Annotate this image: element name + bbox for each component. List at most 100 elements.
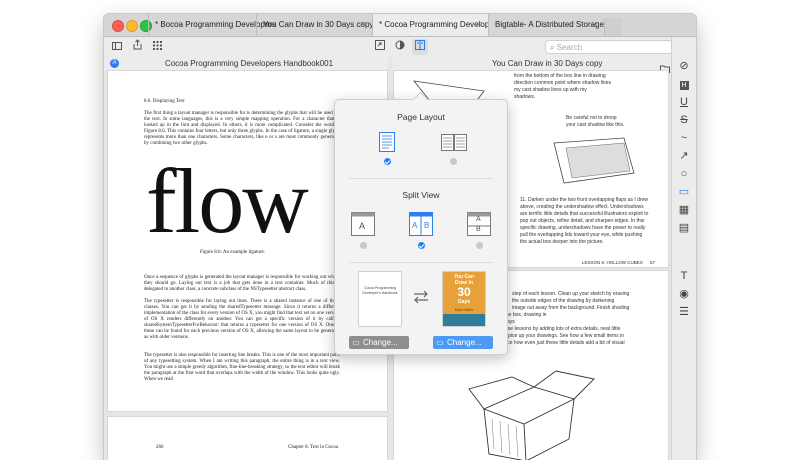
two-page-radio[interactable] — [450, 158, 457, 165]
tab-bigtable[interactable]: Bigtable- A Distributed Storage ✕ — [488, 14, 604, 36]
divider — [349, 178, 493, 179]
toolbar: ⌕ Search ✎ — [104, 37, 696, 57]
change-left-label: Change... — [363, 338, 398, 347]
minimize-window-button[interactable] — [126, 20, 138, 32]
swap-documents-icon[interactable] — [413, 290, 429, 304]
split-vertical-radio[interactable] — [418, 242, 425, 249]
brightness-icon[interactable] — [392, 37, 408, 57]
lesson-footer-label: LESSON 5: HOLLOW CUBES — [582, 260, 643, 265]
rectangle-icon[interactable]: ▭ — [677, 185, 691, 199]
lesson-text-3: image out away from the background. Fini… — [512, 305, 630, 311]
tab-label: You Can Draw in 30 Days copy — [263, 20, 372, 29]
open-box-sketch — [468, 370, 595, 460]
app-window: * Bocoa Programming Developers ✕ You Can… — [104, 14, 696, 460]
color-palette-icon[interactable]: ◉ — [677, 287, 691, 301]
right-pane-title: You Can Draw in 30 Days copy — [492, 59, 603, 68]
strikethrough-icon[interactable]: S — [677, 113, 691, 127]
two-page-layout-option[interactable] — [441, 134, 467, 151]
image-icon[interactable]: ▦ — [677, 203, 691, 217]
top-text-1: from the bottom of the box line in drawi… — [514, 73, 606, 79]
split-single-option[interactable]: A — [351, 212, 375, 236]
change-left-document-button[interactable]: ▭ Change... — [349, 336, 409, 349]
tab-label: Bigtable- A Distributed Storage — [495, 20, 604, 29]
book-author: Mark Kistler — [454, 308, 474, 312]
arrow-icon[interactable]: ↗ — [677, 149, 691, 163]
split-single-letter: A — [359, 221, 366, 231]
drooping-shadow-sketch — [553, 137, 635, 184]
page-layout-icon[interactable] — [412, 39, 428, 55]
split-view-title: Split View — [402, 190, 440, 200]
paragraph-3: The typesetter is responsible for laying… — [144, 299, 340, 340]
page-number: 266 — [156, 445, 164, 450]
note-line-2: your cast shadow like this. — [566, 122, 625, 128]
section-heading: 8.6. Displaying Text — [144, 99, 185, 104]
tab-bar: * Bocoa Programming Developers ✕ You Can… — [104, 14, 696, 37]
left-pane-header: A Cocoa Programming Developers Handbook0… — [104, 57, 388, 71]
folder-icon[interactable] — [660, 60, 670, 73]
sidebar-toggle-icon[interactable] — [109, 37, 125, 57]
highlight-icon[interactable]: H — [677, 77, 691, 91]
page-layout-popover: Page Layout Split View A A B A B Cocoa P… — [334, 91, 508, 355]
split-horizontal-option[interactable]: A B — [467, 212, 491, 236]
document-area: A Cocoa Programming Developers Handbook0… — [104, 57, 672, 460]
book-line-4: Days — [458, 299, 470, 305]
search-icon: ⌕ — [550, 43, 555, 52]
split-horizontal-letter-a: A — [476, 216, 481, 223]
tools-sidebar: ⊘ H U S ~ ↗ ○ ▭ ▦ ▤ T ◉ ☰ — [671, 37, 696, 460]
top-text-3: my cast shadow lines up with my — [514, 87, 587, 93]
close-tab-icon[interactable]: ✕ — [359, 14, 366, 36]
circle-icon[interactable]: ○ — [677, 167, 691, 181]
page-footer: Chapter 8. Text in Cocoa — [288, 445, 338, 450]
line-style-icon[interactable]: ☰ — [677, 305, 691, 319]
freehand-icon[interactable]: ~ — [677, 131, 691, 145]
book-line-3: 30 — [457, 285, 471, 299]
left-document-thumbnail: Cocoa Programming Developer's Handbook — [359, 272, 401, 326]
close-tab-icon[interactable]: ✕ — [475, 14, 482, 36]
folder-icon: ▭ — [352, 338, 360, 347]
close-window-button[interactable] — [112, 20, 124, 32]
tab-you-can-draw[interactable]: You Can Draw in 30 Days copy ✕ — [256, 14, 372, 36]
lesson-footer-page: 57 — [650, 260, 656, 265]
left-pane-title: Cocoa Programming Developers Handbook001 — [164, 59, 334, 68]
paragraph-4: The typesetter is also responsible for i… — [144, 353, 340, 382]
fit-page-icon[interactable] — [372, 37, 388, 57]
lesson-text-2: the outside edges of the drawing by dark… — [512, 298, 615, 304]
search-field[interactable]: ⌕ Search — [545, 40, 673, 54]
grid-view-icon[interactable] — [149, 37, 165, 57]
step-11-text: 11. Darken under the two front overlappi… — [520, 197, 649, 245]
divider — [349, 262, 493, 263]
split-vertical-option[interactable]: A B — [409, 212, 433, 236]
new-tab-button[interactable] — [604, 18, 622, 36]
split-vertical-letter-a: A — [412, 221, 418, 230]
bookmark-a-icon[interactable]: A — [110, 59, 119, 68]
right-document-thumbnail: You Can Draw in 30 Days Mark Kistler — [443, 272, 485, 326]
paragraph-2: Once a sequence of glyphs is generated t… — [144, 275, 340, 292]
share-icon[interactable] — [129, 37, 145, 57]
underline-icon[interactable]: U — [677, 95, 691, 109]
split-horizontal-letter-b: B — [476, 226, 481, 233]
paragraph-1: The first thing a layout manager is resp… — [144, 111, 340, 146]
top-text-2: direction common point where shadow line… — [514, 80, 611, 86]
thumb-left-line-1: Cocoa Programming — [363, 286, 397, 290]
text-format-icon[interactable]: T — [677, 269, 691, 283]
comment-icon[interactable]: ▤ — [677, 221, 691, 235]
single-page-layout-option[interactable] — [379, 132, 395, 152]
left-page-next: 266 Chapter 8. Text in Cocoa — [108, 417, 387, 460]
figure-caption: Figure 8.6: An example ligature. — [200, 250, 265, 255]
book-cover-stripe — [443, 314, 485, 326]
ligature-figure: flow — [146, 150, 309, 252]
single-page-radio[interactable] — [384, 158, 391, 165]
split-horizontal-radio[interactable] — [476, 242, 483, 249]
close-tab-icon[interactable]: ✕ — [591, 14, 598, 36]
search-placeholder: Search — [556, 43, 583, 52]
right-pane-header: You Can Draw in 30 Days copy — [392, 57, 672, 73]
change-right-document-button[interactable]: ▭ Change... — [433, 336, 493, 349]
tab-label: * Cocoa Programming Developers — [379, 20, 488, 29]
split-vertical-letter-b: B — [424, 221, 430, 230]
tab-cocoa-programming[interactable]: * Cocoa Programming Developers ✕ — [372, 14, 488, 36]
top-text-4: shadows. — [514, 94, 536, 100]
no-entry-icon[interactable]: ⊘ — [677, 59, 691, 73]
lesson-text-1: step of each lesson. Clean up your sketc… — [512, 291, 630, 297]
page-layout-title: Page Layout — [397, 112, 445, 122]
split-single-radio[interactable] — [360, 242, 367, 249]
